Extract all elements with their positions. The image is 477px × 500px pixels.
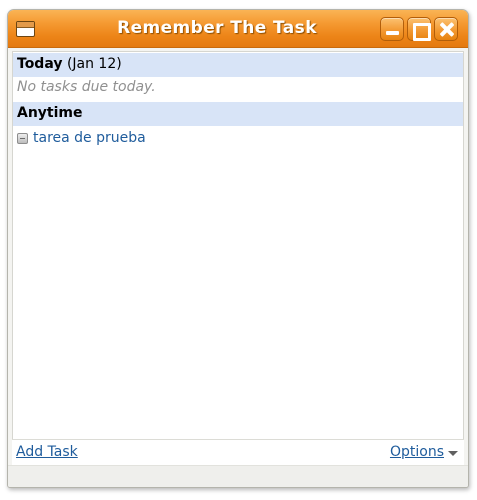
options-link[interactable]: Options <box>390 444 444 460</box>
title-bar[interactable]: Remember The Task <box>8 10 468 48</box>
task-list-panel: Today (Jan 12) No tasks due today. Anyti… <box>12 51 464 463</box>
add-task-link[interactable]: Add Task <box>16 444 78 460</box>
task-checkbox-icon[interactable] <box>17 132 28 144</box>
section-header-anytime: Anytime <box>13 102 463 126</box>
app-window: Remember The Task Today (Jan 12) No task… <box>7 9 469 488</box>
section-title-today: Today <box>17 56 63 72</box>
options-menu[interactable]: Options <box>390 444 458 460</box>
task-item[interactable]: tarea de prueba <box>17 127 146 149</box>
section-title-anytime: Anytime <box>17 105 83 121</box>
task-name-link[interactable]: tarea de prueba <box>33 130 146 146</box>
section-header-today: Today (Jan 12) <box>13 53 463 77</box>
section-date-today: (Jan 12) <box>66 56 122 72</box>
footer-bar: Add Task Options <box>12 439 464 465</box>
close-icon[interactable] <box>434 17 458 41</box>
maximize-icon[interactable] <box>407 17 431 41</box>
empty-today-message: No tasks due today. <box>17 79 156 95</box>
window-bottom-strip <box>8 465 468 487</box>
minimize-icon[interactable] <box>380 17 404 41</box>
chevron-down-icon[interactable] <box>448 450 458 456</box>
